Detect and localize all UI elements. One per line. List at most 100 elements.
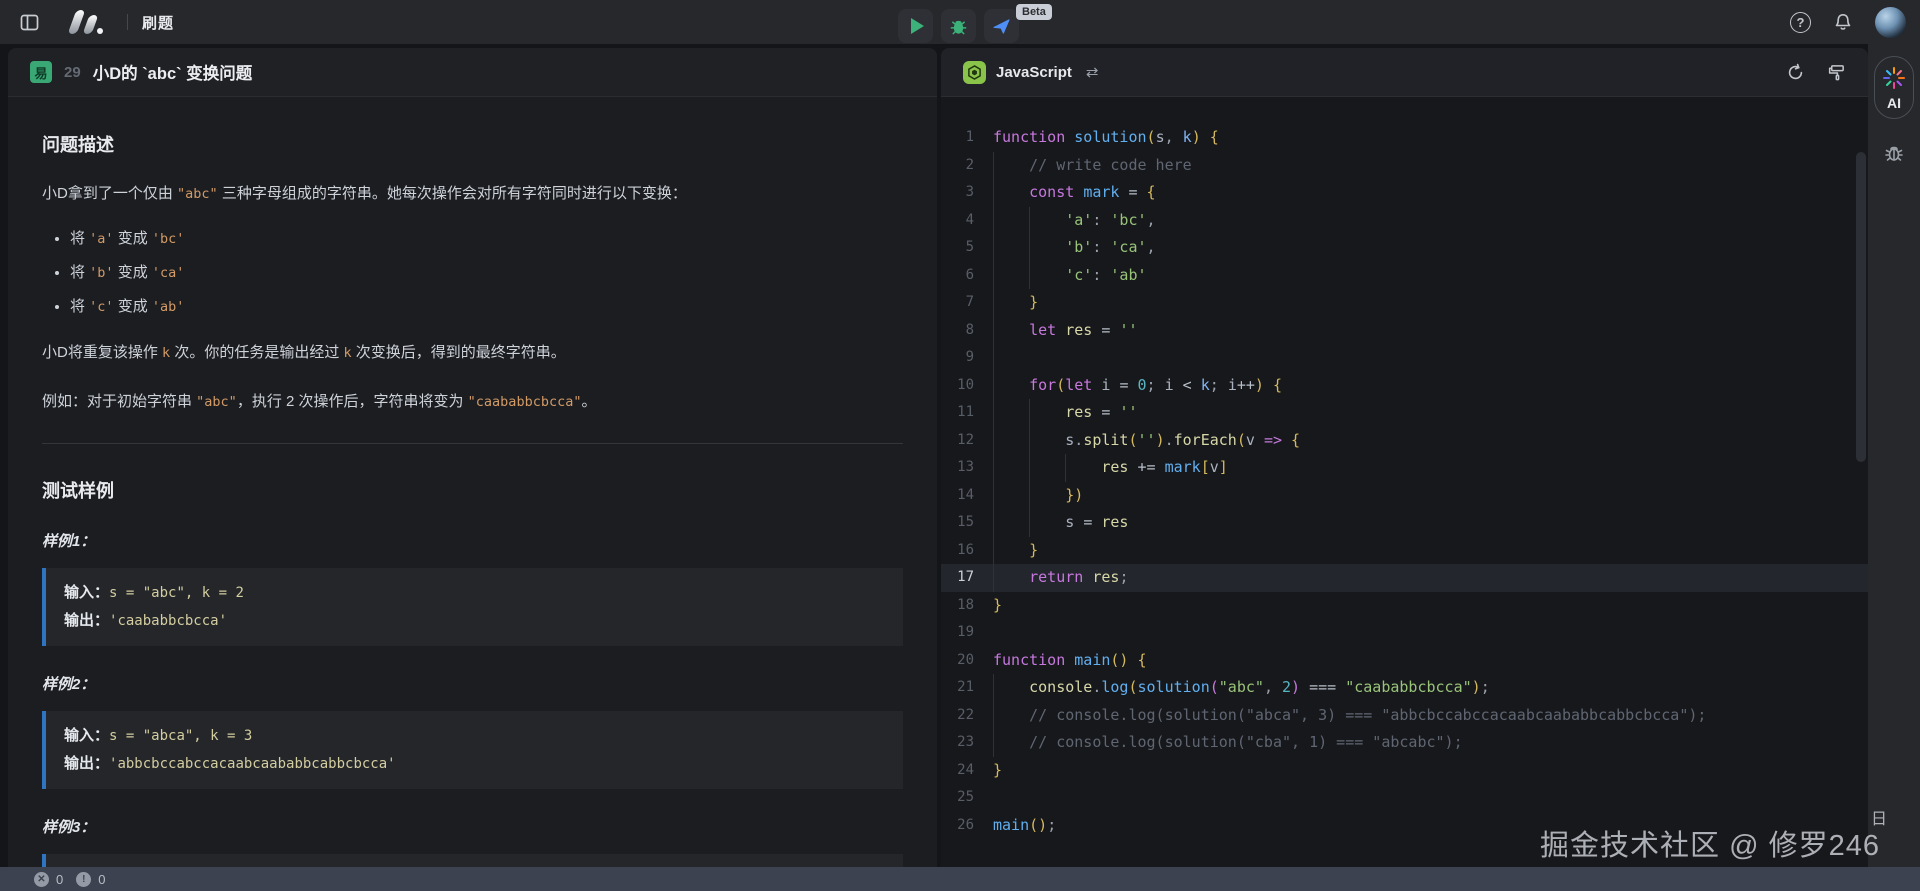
code-lines: 1function solution(s, k) {2 // write cod… <box>941 124 1868 839</box>
line-number: 8 <box>941 317 993 345</box>
code-line-18[interactable]: 18} <box>941 592 1868 620</box>
problem-header: 易 29 小D的 `abc` 变换问题 <box>8 48 937 97</box>
description-heading: 问题描述 <box>42 131 903 157</box>
line-number: 16 <box>941 537 993 565</box>
logo-dot <box>97 28 103 34</box>
transform-rules-list: 将 'a' 变成 'bc' 将 'b' 变成 'ca' 将 'c' 变成 'ab… <box>42 227 903 316</box>
help-icon[interactable]: ? <box>1790 12 1811 33</box>
switch-language-icon[interactable]: ⇄ <box>1086 63 1099 81</box>
submit-button[interactable] <box>984 9 1019 43</box>
section-divider <box>42 443 903 444</box>
code-line-14[interactable]: 14 }) <box>941 482 1868 510</box>
line-number: 11 <box>941 399 993 427</box>
sample-2-label: 样例2： <box>42 673 903 694</box>
warning-count: 0 <box>98 872 105 887</box>
code-line-17[interactable]: 17 return res; <box>941 564 1868 592</box>
sample-input-value: s = "abc", k = 2 <box>109 585 244 601</box>
debug-button[interactable] <box>941 9 976 43</box>
line-number: 15 <box>941 509 993 537</box>
line-number: 1 <box>941 124 993 152</box>
editor-scrollbar[interactable] <box>1856 152 1866 861</box>
scrollbar-thumb[interactable] <box>1856 152 1866 462</box>
watermark-text: 掘金技术社区 @ 修罗246 <box>1540 830 1880 862</box>
example-paragraph: 例如：对于初始字符串 "abc"，执行 2 次操作后，字符串将变为 "caaba… <box>42 390 903 413</box>
code-editor-panel: JavaScript ⇄ 1function solution(s, k) {2… <box>941 48 1868 867</box>
line-number: 2 <box>941 152 993 180</box>
repeat-paragraph: 小D将重复该操作 k 次。你的任务是输出经过 k 次变换后，得到的最终字符串。 <box>42 341 903 364</box>
code-line-16[interactable]: 16 } <box>941 537 1868 565</box>
app-root: { "topbar": { "app_name": "刷题", "beta_la… <box>0 0 1920 891</box>
code-line-9[interactable]: 9 <box>941 344 1868 372</box>
line-number: 22 <box>941 702 993 730</box>
line-number: 9 <box>941 344 993 372</box>
line-number: 21 <box>941 674 993 702</box>
sample-output-row: 输出：'abbcbccabccacaabcaababbcabbcbcca' <box>64 750 885 778</box>
code-line-12[interactable]: 12 s.split('').forEach(v => { <box>941 427 1868 455</box>
sample-2-block: 输入：s = "abca", k = 3 输出：'abbcbccabccacaa… <box>42 711 903 789</box>
editor-header: JavaScript ⇄ <box>941 48 1868 97</box>
code-line-8[interactable]: 8 let res = '' <box>941 317 1868 345</box>
line-number: 25 <box>941 784 993 812</box>
line-number: 17 <box>941 564 993 592</box>
code-editor[interactable]: 1function solution(s, k) {2 // write cod… <box>941 98 1868 867</box>
app-logo-icon[interactable] <box>72 10 103 34</box>
topbar-divider <box>127 14 128 30</box>
code-line-15[interactable]: 15 s = res <box>941 509 1868 537</box>
reset-code-icon[interactable] <box>1786 63 1805 82</box>
code-line-7[interactable]: 7 } <box>941 289 1868 317</box>
language-label: JavaScript <box>996 64 1072 81</box>
code-line-20[interactable]: 20function main() { <box>941 647 1868 675</box>
sample-3-label: 样例3： <box>42 816 903 837</box>
sample-input-row: 输入：s = "abc", k = 2 <box>64 579 885 607</box>
right-sidebar: AI <box>1868 44 1920 867</box>
debug-panel-icon[interactable] <box>1883 142 1905 164</box>
sample-input-row: 输入：s = "abca", k = 3 <box>64 722 885 750</box>
sample-output-value: 'caababbcbcca' <box>109 613 227 629</box>
code-line-6[interactable]: 6 'c': 'ab' <box>941 262 1868 290</box>
line-number: 18 <box>941 592 993 620</box>
code-line-5[interactable]: 5 'b': 'ca', <box>941 234 1868 262</box>
sample-output-row: 输出：'caababbcbcca' <box>64 607 885 635</box>
code-line-11[interactable]: 11 res = '' <box>941 399 1868 427</box>
line-number: 5 <box>941 234 993 262</box>
code-line-23[interactable]: 23 // console.log(solution("cba", 1) ===… <box>941 729 1868 757</box>
beta-badge: Beta <box>1016 4 1052 20</box>
errors-icon[interactable]: ✕ <box>34 872 49 887</box>
line-number: 3 <box>941 179 993 207</box>
code-line-19[interactable]: 19 <box>941 619 1868 647</box>
line-number: 7 <box>941 289 993 317</box>
watermark-icon: 日 <box>1871 805 1888 829</box>
problem-panel: 易 29 小D的 `abc` 变换问题 问题描述 小D拿到了一个仅由 "abc"… <box>8 48 937 867</box>
notifications-bell-icon[interactable] <box>1833 12 1853 32</box>
app-name: 刷题 <box>142 12 174 33</box>
code-line-24[interactable]: 24} <box>941 757 1868 785</box>
line-number: 6 <box>941 262 993 290</box>
line-number: 4 <box>941 207 993 235</box>
format-code-icon[interactable] <box>1827 63 1846 82</box>
line-number: 19 <box>941 619 993 647</box>
problem-description[interactable]: 问题描述 小D拿到了一个仅由 "abc" 三种字母组成的字符串。她每次操作会对所… <box>8 98 937 867</box>
list-item: 将 'b' 变成 'ca' <box>70 261 903 282</box>
warnings-icon[interactable]: ! <box>76 872 91 887</box>
bug-icon <box>949 17 968 36</box>
code-line-10[interactable]: 10 for(let i = 0; i < k; i++) { <box>941 372 1868 400</box>
run-button[interactable] <box>898 9 933 43</box>
topbar-left: 刷题 <box>0 9 174 35</box>
topbar-right: ? <box>1790 0 1906 44</box>
sample-1-block: 输入：s = "abc", k = 2 输出：'caababbcbcca' <box>42 568 903 646</box>
code-line-2[interactable]: 2 // write code here <box>941 152 1868 180</box>
code-line-13[interactable]: 13 res += mark[v] <box>941 454 1868 482</box>
line-number: 20 <box>941 647 993 675</box>
run-controls: Beta <box>898 9 1019 43</box>
code-line-25[interactable]: 25 <box>941 784 1868 812</box>
code-line-22[interactable]: 22 // console.log(solution("abca", 3) ==… <box>941 702 1868 730</box>
code-line-21[interactable]: 21 console.log(solution("abc", 2) === "c… <box>941 674 1868 702</box>
ai-assistant-button[interactable]: AI <box>1874 56 1914 119</box>
ai-sparkle-icon <box>1881 65 1907 91</box>
code-line-1[interactable]: 1function solution(s, k) { <box>941 124 1868 152</box>
code-line-3[interactable]: 3 const mark = { <box>941 179 1868 207</box>
editor-actions <box>1786 63 1846 82</box>
user-avatar[interactable] <box>1875 7 1906 38</box>
sidebar-toggle-icon[interactable] <box>16 9 42 35</box>
code-line-4[interactable]: 4 'a': 'bc', <box>941 207 1868 235</box>
